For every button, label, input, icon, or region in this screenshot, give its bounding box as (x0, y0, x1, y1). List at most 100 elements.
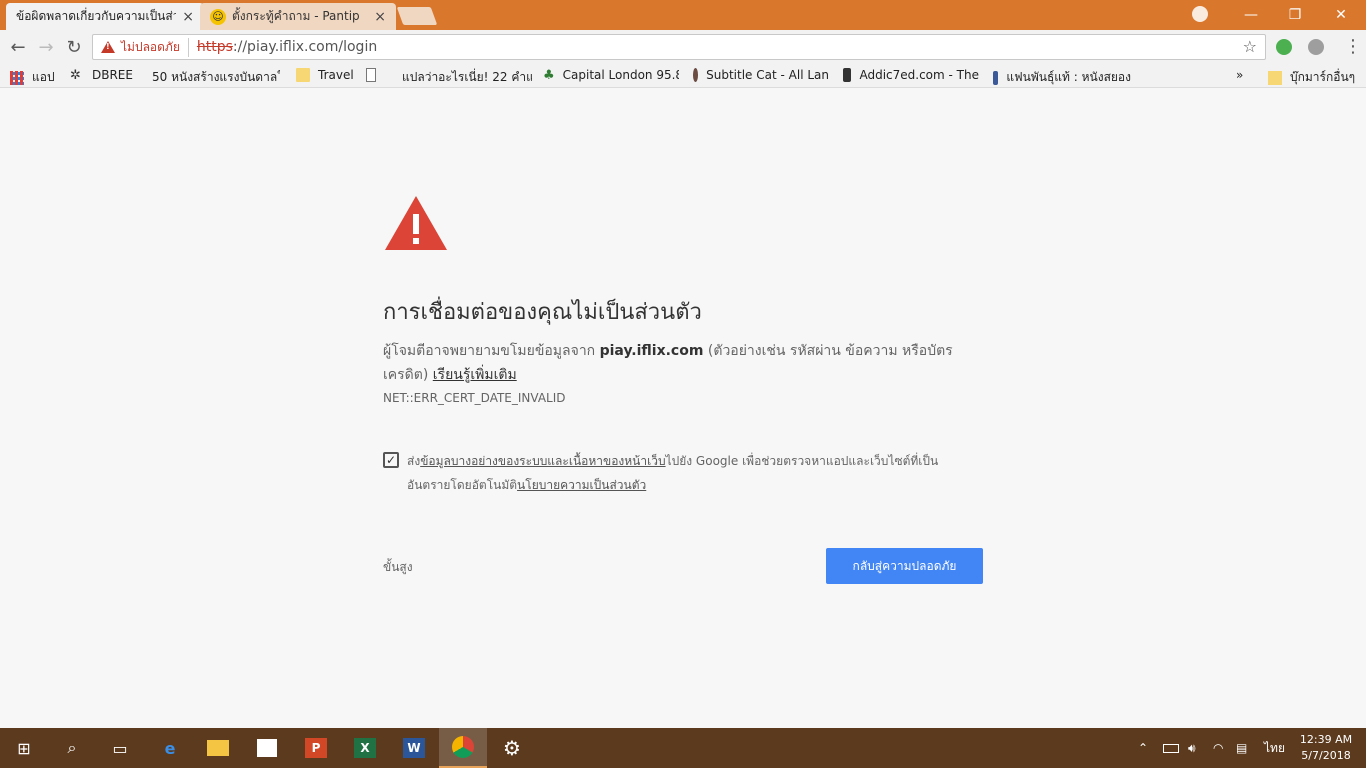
clock-date: 5/7/2018 (1301, 749, 1351, 762)
taskbar-store[interactable] (243, 728, 291, 768)
title-bar: ข้อผิดพลาดเกี่ยวกับความเป็นส่วนตัว × ☺ ต… (0, 0, 1366, 30)
chevron-up-icon: ⌃ (1138, 741, 1149, 755)
bookmark-label: 50 หนังสร้างแรงบันดาลใ (152, 70, 280, 84)
store-icon (257, 739, 277, 757)
bookmarks-bar: แอป ✲ DBREE 50 หนังสร้างแรงบันดาลใ Trave… (0, 64, 1366, 88)
account-icon[interactable] (1192, 6, 1208, 22)
bookmark-addic7ed[interactable]: Addic7ed.com - The (843, 68, 979, 82)
checkmark-icon: ✓ (385, 453, 397, 467)
taskbar-chrome[interactable] (439, 728, 487, 768)
learn-more-link[interactable]: เรียนรู้เพิ่มเติม (433, 367, 517, 383)
wifi-indicator[interactable]: ◠ (1213, 728, 1223, 768)
other-bookmarks[interactable]: บุ๊กมาร์กอื่นๆ (1268, 68, 1355, 87)
search-button[interactable]: ⌕ (48, 728, 96, 768)
url-scheme: https (196, 39, 233, 55)
bookmark-label: Capital London 95.8 (562, 68, 679, 82)
warning-icon (101, 41, 115, 53)
battery-indicator[interactable] (1163, 728, 1179, 768)
task-view-button[interactable]: ▭ (96, 728, 144, 768)
new-tab-button[interactable] (396, 7, 438, 25)
privacy-policy-link[interactable]: นโยบายความเป็นส่วนตัว (517, 478, 646, 492)
input-language[interactable]: ไทย (1264, 728, 1285, 768)
bookmark-label: Addic7ed.com - The (859, 68, 979, 82)
taskbar-powerpoint[interactable]: P (292, 728, 340, 768)
browser-toolbar: ← → ↻ ไม่ปลอดภัย https ://piay.iflix.com… (0, 30, 1366, 64)
subtitle-cat-icon (693, 68, 699, 82)
bookmark-label: Travel (318, 68, 354, 82)
reload-button[interactable]: ↻ (63, 36, 85, 58)
back-button[interactable]: ← (7, 36, 29, 58)
interstitial-page: การเชื่อมต่อของคุณไม่เป็นส่วนตัว ผู้โจมต… (0, 89, 1366, 729)
pantip-favicon-icon: ☺ (210, 8, 226, 25)
bookmark-travel[interactable]: Travel (296, 68, 356, 82)
capital-icon: ♣ (543, 68, 555, 82)
notification-icon: ▤ (1236, 741, 1248, 755)
page-title: การเชื่อมต่อของคุณไม่เป็นส่วนตัว (383, 300, 702, 325)
start-button[interactable]: ⊞ (0, 728, 48, 768)
search-icon: ⌕ (67, 738, 77, 757)
forward-button[interactable]: → (35, 36, 57, 58)
bookmark-subtitle-cat[interactable]: Subtitle Cat - All Lan (693, 68, 829, 82)
taskbar-edge[interactable]: e (146, 728, 194, 768)
windows-icon: ⊞ (17, 738, 31, 758)
restore-button[interactable]: ❐ (1272, 0, 1318, 30)
tab-privacy-error[interactable]: ข้อผิดพลาดเกี่ยวกับความเป็นส่วนตัว × (6, 3, 204, 30)
bookmark-50-movies[interactable]: 50 หนังสร้างแรงบันดาลใ (144, 68, 280, 87)
taskbar-word[interactable]: W (390, 728, 438, 768)
page-icon (366, 68, 376, 82)
menu-icon[interactable]: ⋮ (1344, 36, 1362, 57)
edge-icon: e (164, 738, 176, 758)
task-view-icon: ▭ (112, 738, 128, 758)
folder-icon (296, 68, 310, 82)
extension-green-icon[interactable] (1276, 39, 1292, 55)
close-icon[interactable]: × (374, 9, 386, 25)
addic7ed-icon (843, 68, 852, 82)
bookmark-dbree[interactable]: ✲ DBREE (70, 68, 134, 82)
bookmark-capital-london[interactable]: ♣ Capital London 95.8 (543, 68, 679, 82)
bookmark-label: DBREE (92, 68, 133, 82)
clock-time: 12:39 AM (1299, 733, 1353, 746)
back-to-safety-button[interactable]: กลับสู่ความปลอดภัย (826, 548, 983, 584)
address-bar[interactable]: ไม่ปลอดภัย https ://piay.iflix.com/login… (92, 34, 1266, 60)
taskbar-excel[interactable]: X (341, 728, 389, 768)
bookmark-fan[interactable]: แฟนพันธุ์แท้ : หนังสยอง (993, 68, 1131, 87)
send-data-checkbox[interactable]: ✓ (383, 452, 399, 468)
facebook-icon (993, 70, 999, 85)
domain-name: piay.iflix.com (599, 343, 704, 359)
action-center-button[interactable]: ▤ (1236, 728, 1247, 768)
excel-icon: X (354, 738, 376, 758)
bookmark-label: แอป (32, 70, 55, 84)
url-text: ://piay.iflix.com/login (232, 39, 378, 55)
bookmark-page[interactable] (366, 68, 384, 82)
minimize-button[interactable]: — (1228, 0, 1274, 30)
advanced-button[interactable]: ขั้นสูง (383, 558, 413, 577)
taskbar-settings[interactable]: ⚙ (488, 728, 536, 768)
bookmark-meaning[interactable]: แปลว่าอะไรเนี่ย! 22 คำแ (394, 68, 532, 87)
tab-label: ข้อผิดพลาดเกี่ยวกับความเป็นส่วนตัว (16, 9, 177, 23)
close-icon[interactable]: × (182, 9, 194, 25)
volume-indicator[interactable]: 🔊︎ (1188, 728, 1196, 768)
bookmarks-overflow-button[interactable]: » (1236, 68, 1243, 82)
show-hidden-icons[interactable]: ⌃ (1138, 728, 1148, 768)
arrow-left-icon: ← (10, 36, 26, 58)
folder-icon (1268, 70, 1282, 85)
extension-gray-icon[interactable] (1308, 39, 1324, 55)
apps-icon (10, 70, 24, 85)
tab-pantip[interactable]: ☺ ตั้งกระทู้คำถาม - Pantip × (200, 3, 396, 30)
taskbar-clock[interactable]: 12:39 AM 5/7/2018 (1294, 732, 1358, 764)
bookmark-label: แฟนพันธุ์แท้ : หนังสยอง (1006, 70, 1131, 84)
bookmark-apps[interactable]: แอป (10, 68, 62, 87)
taskbar: ⊞ ⌕ ▭ e P X W ⚙ ⌃ 🔊︎ ◠ ▤ ไทย 12:39 AM 5/… (0, 728, 1366, 768)
taskbar-file-explorer[interactable] (194, 728, 242, 768)
tab-label: ตั้งกระทู้คำถาม - Pantip (232, 9, 360, 23)
chrome-icon (452, 736, 474, 758)
checkbox-prefix: ส่ง (407, 454, 421, 468)
powerpoint-icon: P (305, 738, 327, 758)
system-info-link[interactable]: ข้อมูลบางอย่างของระบบและเนื้อหาของหน้าเว… (420, 454, 665, 468)
wifi-icon: ◠ (1213, 741, 1224, 755)
desc-prefix: ผู้โจมตีอาจพยายามขโมยข้อมูลจาก (383, 343, 600, 359)
word-icon: W (403, 738, 425, 758)
security-indicator[interactable]: ไม่ปลอดภัย (121, 37, 189, 57)
star-icon[interactable]: ☆ (1243, 37, 1257, 56)
close-window-button[interactable]: ✕ (1318, 0, 1364, 30)
